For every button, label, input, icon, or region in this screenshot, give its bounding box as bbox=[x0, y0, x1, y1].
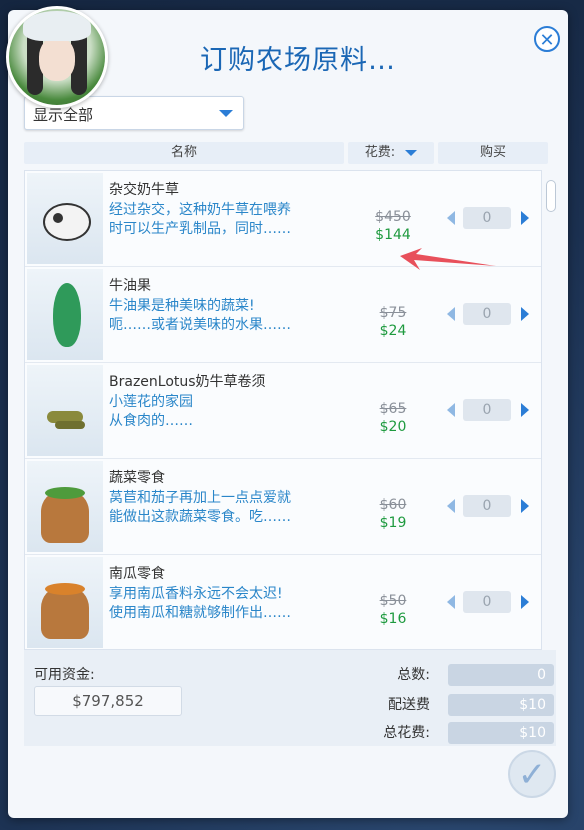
increase-quantity-button[interactable] bbox=[521, 403, 529, 417]
increase-quantity-button[interactable] bbox=[521, 499, 529, 513]
item-description-line: 能做出这款蔬菜零食。吃…… bbox=[109, 509, 291, 525]
pumpkin-topping bbox=[45, 583, 85, 595]
avatar-hat bbox=[23, 11, 91, 41]
item-description-line: 小莲花的家园 bbox=[109, 394, 193, 410]
item-thumbnail bbox=[27, 173, 103, 264]
column-header-cost-label: 花费: bbox=[364, 145, 396, 160]
item-description-line: 从食肉的…… bbox=[109, 413, 193, 429]
avatar bbox=[6, 6, 108, 108]
item-description: 小莲花的家园 从食肉的…… bbox=[109, 393, 359, 431]
column-header-name-label: 名称 bbox=[170, 145, 197, 160]
order-dialog: 订购农场原料… ✕ 显示全部 名称 花费: 购买 杂交奶牛草 经过杂交，这种奶牛… bbox=[6, 6, 568, 818]
item-name: BrazenLotus奶牛草卷须 bbox=[109, 374, 266, 390]
decrease-quantity-button[interactable] bbox=[447, 595, 455, 609]
list-item: 南瓜零食 享用南瓜香料永远不会太迟! 使用南瓜和糖就够制作出…… $50 $16… bbox=[25, 555, 541, 649]
total-cost-value: $10 bbox=[448, 722, 554, 744]
decrease-quantity-button[interactable] bbox=[447, 211, 455, 225]
summary-panel: 可用资金: $797,852 总数: 0 配送费 $10 总花费: $10 bbox=[24, 650, 556, 746]
total-count-value: 0 bbox=[448, 664, 554, 686]
list-item: BrazenLotus奶牛草卷须 小莲花的家园 从食肉的…… $65 $20 0 bbox=[25, 363, 541, 459]
item-name: 牛油果 bbox=[109, 278, 151, 294]
avocado-icon bbox=[53, 283, 81, 347]
quantity-field[interactable]: 0 bbox=[463, 399, 511, 421]
decrease-quantity-button[interactable] bbox=[447, 307, 455, 321]
dialog-title: 订购农场原料… bbox=[200, 45, 396, 76]
item-thumbnail bbox=[27, 557, 103, 648]
close-button[interactable]: ✕ bbox=[534, 26, 560, 52]
decrease-quantity-button[interactable] bbox=[447, 499, 455, 513]
item-description-line: 享用南瓜香料永远不会太迟! bbox=[109, 586, 283, 602]
sale-price: $20 bbox=[379, 419, 407, 435]
item-name: 杂交奶牛草 bbox=[109, 182, 179, 198]
item-thumbnail bbox=[27, 461, 103, 552]
cow-spot bbox=[53, 213, 63, 223]
item-description-line: 呃……或者说美味的水果…… bbox=[109, 317, 291, 333]
table-header: 名称 花费: 购买 bbox=[24, 142, 548, 164]
total-count-label: 总数: bbox=[397, 667, 430, 683]
quantity-field[interactable]: 0 bbox=[463, 591, 511, 613]
tendril-icon bbox=[55, 421, 85, 429]
item-thumbnail bbox=[27, 365, 103, 456]
item-description-line: 使用南瓜和糖就够制作出…… bbox=[109, 605, 291, 621]
veggie-topping bbox=[45, 487, 85, 499]
list-scrollbar[interactable] bbox=[544, 174, 556, 648]
sale-price: $19 bbox=[379, 515, 407, 531]
quantity-field[interactable]: 0 bbox=[463, 303, 511, 325]
item-name: 南瓜零食 bbox=[109, 566, 165, 582]
original-price: $450 bbox=[375, 209, 411, 225]
checkmark-icon: ✓ bbox=[517, 755, 547, 795]
cow-plant-icon bbox=[43, 203, 91, 241]
item-description: 享用南瓜香料永远不会太迟! 使用南瓜和糖就够制作出…… bbox=[109, 585, 359, 623]
item-description-line: 时可以生产乳制品，同时…… bbox=[109, 221, 291, 237]
column-header-cost[interactable]: 花费: bbox=[348, 142, 434, 164]
list-item: 蔬菜零食 莴苣和茄子再加上一点点爱就 能做出这款蔬菜零食。吃…… $60 $19… bbox=[25, 459, 541, 555]
increase-quantity-button[interactable] bbox=[521, 307, 529, 321]
item-description: 经过杂交，这种奶牛草在喂养 时可以生产乳制品，同时…… bbox=[109, 201, 359, 239]
quantity-field[interactable]: 0 bbox=[463, 495, 511, 517]
item-description: 牛油果是种美味的蔬菜! 呃……或者说美味的水果…… bbox=[109, 297, 359, 335]
original-price: $50 bbox=[379, 593, 407, 609]
avatar-face bbox=[39, 37, 75, 81]
decrease-quantity-button[interactable] bbox=[447, 403, 455, 417]
item-name: 蔬菜零食 bbox=[109, 470, 165, 486]
sale-price: $16 bbox=[379, 611, 407, 627]
delivery-fee-label: 配送费 bbox=[388, 697, 430, 713]
item-list: 杂交奶牛草 经过杂交，这种奶牛草在喂养 时可以生产乳制品，同时…… $450 $… bbox=[24, 170, 542, 650]
item-description: 莴苣和茄子再加上一点点爱就 能做出这款蔬菜零食。吃…… bbox=[109, 489, 359, 527]
close-icon: ✕ bbox=[539, 30, 555, 51]
increase-quantity-button[interactable] bbox=[521, 595, 529, 609]
original-price: $60 bbox=[379, 497, 407, 513]
column-header-buy-label: 购买 bbox=[479, 145, 506, 160]
quantity-field[interactable]: 0 bbox=[463, 207, 511, 229]
item-description-line: 牛油果是种美味的蔬菜! bbox=[109, 298, 255, 314]
total-cost-label: 总花费: bbox=[383, 725, 430, 741]
delivery-fee-value: $10 bbox=[448, 694, 554, 716]
column-header-name[interactable]: 名称 bbox=[24, 142, 344, 164]
confirm-button[interactable]: ✓ bbox=[508, 750, 556, 798]
funds-label: 可用资金: bbox=[34, 667, 95, 683]
scrollbar-thumb[interactable] bbox=[546, 180, 556, 212]
original-price: $75 bbox=[379, 305, 407, 321]
item-thumbnail bbox=[27, 269, 103, 360]
increase-quantity-button[interactable] bbox=[521, 211, 529, 225]
annotation-arrow-icon bbox=[400, 248, 496, 270]
original-price: $65 bbox=[379, 401, 407, 417]
sale-price: $24 bbox=[379, 323, 407, 339]
funds-value: $797,852 bbox=[34, 686, 182, 716]
column-header-buy: 购买 bbox=[438, 142, 548, 164]
item-description-line: 莴苣和茄子再加上一点点爱就 bbox=[109, 490, 291, 506]
chevron-down-icon bbox=[219, 110, 233, 117]
sale-price: $144 bbox=[375, 227, 411, 243]
item-description-line: 经过杂交，这种奶牛草在喂养 bbox=[109, 202, 291, 218]
